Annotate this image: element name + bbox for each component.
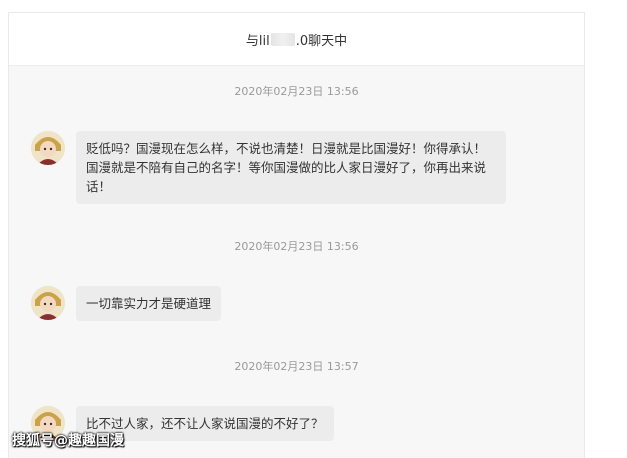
chat-message: 一切靠实力才是硬道理 (31, 286, 222, 321)
watermark: 搜狐号@趣趣国漫 (12, 433, 124, 449)
redacted-username-blur (270, 32, 295, 46)
message-bubble: 一切靠实力才是硬道理 (76, 286, 222, 321)
message-timestamp: 2020年02月23日 13:56 (234, 85, 359, 98)
avatar[interactable] (31, 131, 65, 165)
chat-title-suffix: .0聊天中 (295, 33, 348, 49)
chat-panel: 与lil .0聊天中 2020年02月23日 13:56 贬低吗？国漫现在怎么样，… (8, 12, 585, 458)
avatar[interactable] (31, 286, 65, 320)
message-timestamp: 2020年02月23日 13:57 (234, 360, 359, 373)
chat-title-prefix: 与lil (245, 33, 270, 49)
chat-header: 与lil .0聊天中 (9, 13, 584, 66)
message-timestamp: 2020年02月23日 13:56 (234, 240, 359, 253)
message-bubble: 贬低吗？国漫现在怎么样，不说也清楚！日漫就是比国漫好！你得承认！国漫就是不陪有自… (76, 131, 506, 204)
chat-message: 贬低吗？国漫现在怎么样，不说也清楚！日漫就是比国漫好！你得承认！国漫就是不陪有自… (31, 131, 506, 204)
